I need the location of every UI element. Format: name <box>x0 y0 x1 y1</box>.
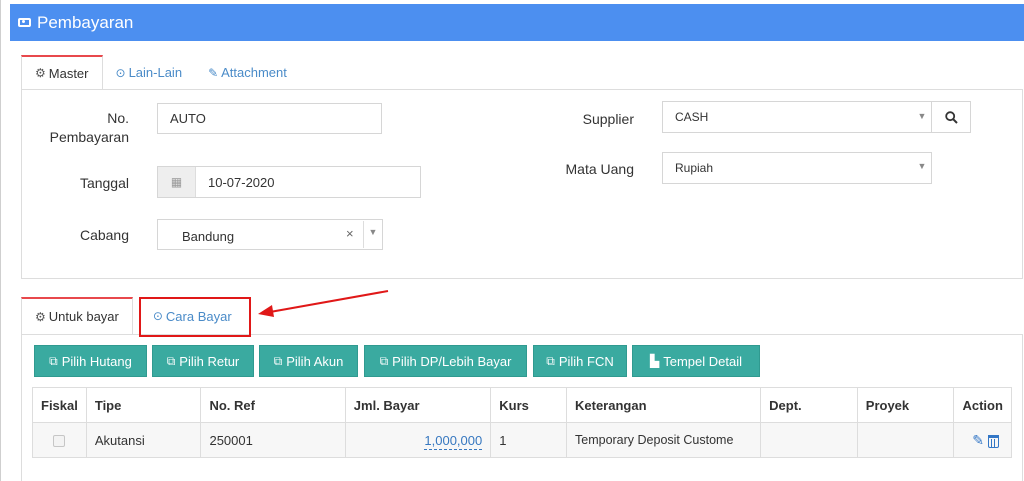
table-row: Akutansi 250001 1,000,000 1 Temporary De… <box>32 422 1012 458</box>
pilih-fcn-button[interactable]: ⧉ Pilih FCN <box>533 345 627 377</box>
copy-icon: ⧉ <box>546 353 555 368</box>
keterangan-cell: Temporary Deposit Custome <box>565 422 762 458</box>
calendar-icon[interactable]: ▦ <box>158 167 196 197</box>
supplier-select[interactable]: CASH <box>662 101 932 133</box>
tanggal-input[interactable]: ▦ 10-07-2020 <box>157 166 421 198</box>
page-title: Pembayaran <box>37 12 134 32</box>
no-ref-cell: 250001 <box>200 422 346 458</box>
column-header[interactable]: Tipe <box>85 387 202 423</box>
check-circle-icon: ⊙ <box>115 65 126 80</box>
page: Pembayaran ⚙ Master ⊙ Lain-Lain ✎ Attach… <box>0 0 1024 481</box>
pilih-dp-lebih-bayar-button[interactable]: ⧉ Pilih DP/Lebih Bayar <box>364 345 527 377</box>
copy-icon: ⧉ <box>49 353 58 368</box>
column-header[interactable]: Jml. Bayar <box>344 387 492 423</box>
annotation-highlight-box <box>139 297 251 337</box>
search-icon <box>944 110 958 124</box>
copy-icon: ⧉ <box>379 353 389 368</box>
tanggal-label: Tanggal <box>79 175 129 191</box>
pilih-akun-button[interactable]: ⧉ Pilih Akun <box>259 345 358 377</box>
column-header[interactable]: Proyek <box>856 387 955 423</box>
proyek-cell <box>856 422 955 458</box>
table-header-row: Fiskal Tipe No. Ref Jml. Bayar Kurs Kete… <box>32 387 1012 423</box>
fiskal-cell <box>32 422 87 458</box>
column-header[interactable]: No. Ref <box>200 387 346 423</box>
money-icon <box>18 18 31 27</box>
copy-icon: ⧉ <box>166 353 176 368</box>
chevron-down-icon[interactable]: ▼ <box>365 227 381 237</box>
kurs-cell: 1 <box>490 422 567 458</box>
supplier-label: Supplier <box>582 111 634 127</box>
column-header[interactable]: Keterangan <box>565 387 762 423</box>
master-tabs: ⚙ Master ⊙ Lain-Lain ✎ Attachment <box>21 55 300 90</box>
mata-uang-select[interactable]: Rupiah <box>662 152 932 184</box>
no-pembayaran-label: No. Pembayaran <box>49 110 129 145</box>
cogs-icon: ⚙ <box>35 66 46 80</box>
tab-master[interactable]: ⚙ Master <box>21 55 103 90</box>
trash-icon[interactable] <box>988 434 999 448</box>
no-pembayaran-input[interactable]: AUTO <box>157 103 382 134</box>
tipe-cell: Akutansi <box>85 422 202 458</box>
tab-untuk-bayar[interactable]: ⚙ Untuk bayar <box>21 297 133 335</box>
mata-uang-label: Mata Uang <box>565 161 634 177</box>
column-header[interactable]: Kurs <box>490 387 567 423</box>
jml-bayar-cell: 1,000,000 <box>344 422 492 458</box>
pilih-hutang-button[interactable]: ⧉ Pilih Hutang <box>34 345 147 377</box>
column-header[interactable]: Dept. <box>760 387 858 423</box>
cabang-label: Cabang <box>79 227 129 243</box>
action-cell: ✎ <box>953 422 1012 458</box>
copy-icon: ⧉ <box>273 353 283 368</box>
supplier-search-button[interactable] <box>931 101 971 133</box>
chevron-down-icon[interactable]: ▼ <box>914 111 930 121</box>
chevron-down-icon[interactable]: ▼ <box>914 161 930 171</box>
detail-table: Fiskal Tipe No. Ref Jml. Bayar Kurs Kete… <box>32 387 1012 458</box>
pilih-retur-button[interactable]: ⧉ Pilih Retur <box>152 345 254 377</box>
cabang-clear-icon[interactable]: × <box>346 226 354 241</box>
paperclip-icon: ✎ <box>208 65 219 80</box>
annotation-arrow-icon <box>258 290 389 317</box>
tempel-detail-button[interactable]: ▙ Tempel Detail <box>632 345 760 377</box>
jml-bayar-editable[interactable]: 1,000,000 <box>424 432 483 450</box>
fiskal-checkbox[interactable] <box>53 435 66 448</box>
dept-cell <box>760 422 858 458</box>
paste-icon: ▙ <box>650 354 660 368</box>
page-header: Pembayaran <box>10 4 1024 41</box>
cogs-icon: ⚙ <box>35 309 46 324</box>
tab-lain-lain[interactable]: ⊙ Lain-Lain <box>103 55 196 90</box>
column-header[interactable]: Action <box>953 387 1012 423</box>
cabang-divider <box>363 221 364 248</box>
column-header[interactable]: Fiskal <box>32 387 87 423</box>
pencil-icon[interactable]: ✎ <box>972 432 984 448</box>
tab-attachment[interactable]: ✎ Attachment <box>195 55 300 90</box>
